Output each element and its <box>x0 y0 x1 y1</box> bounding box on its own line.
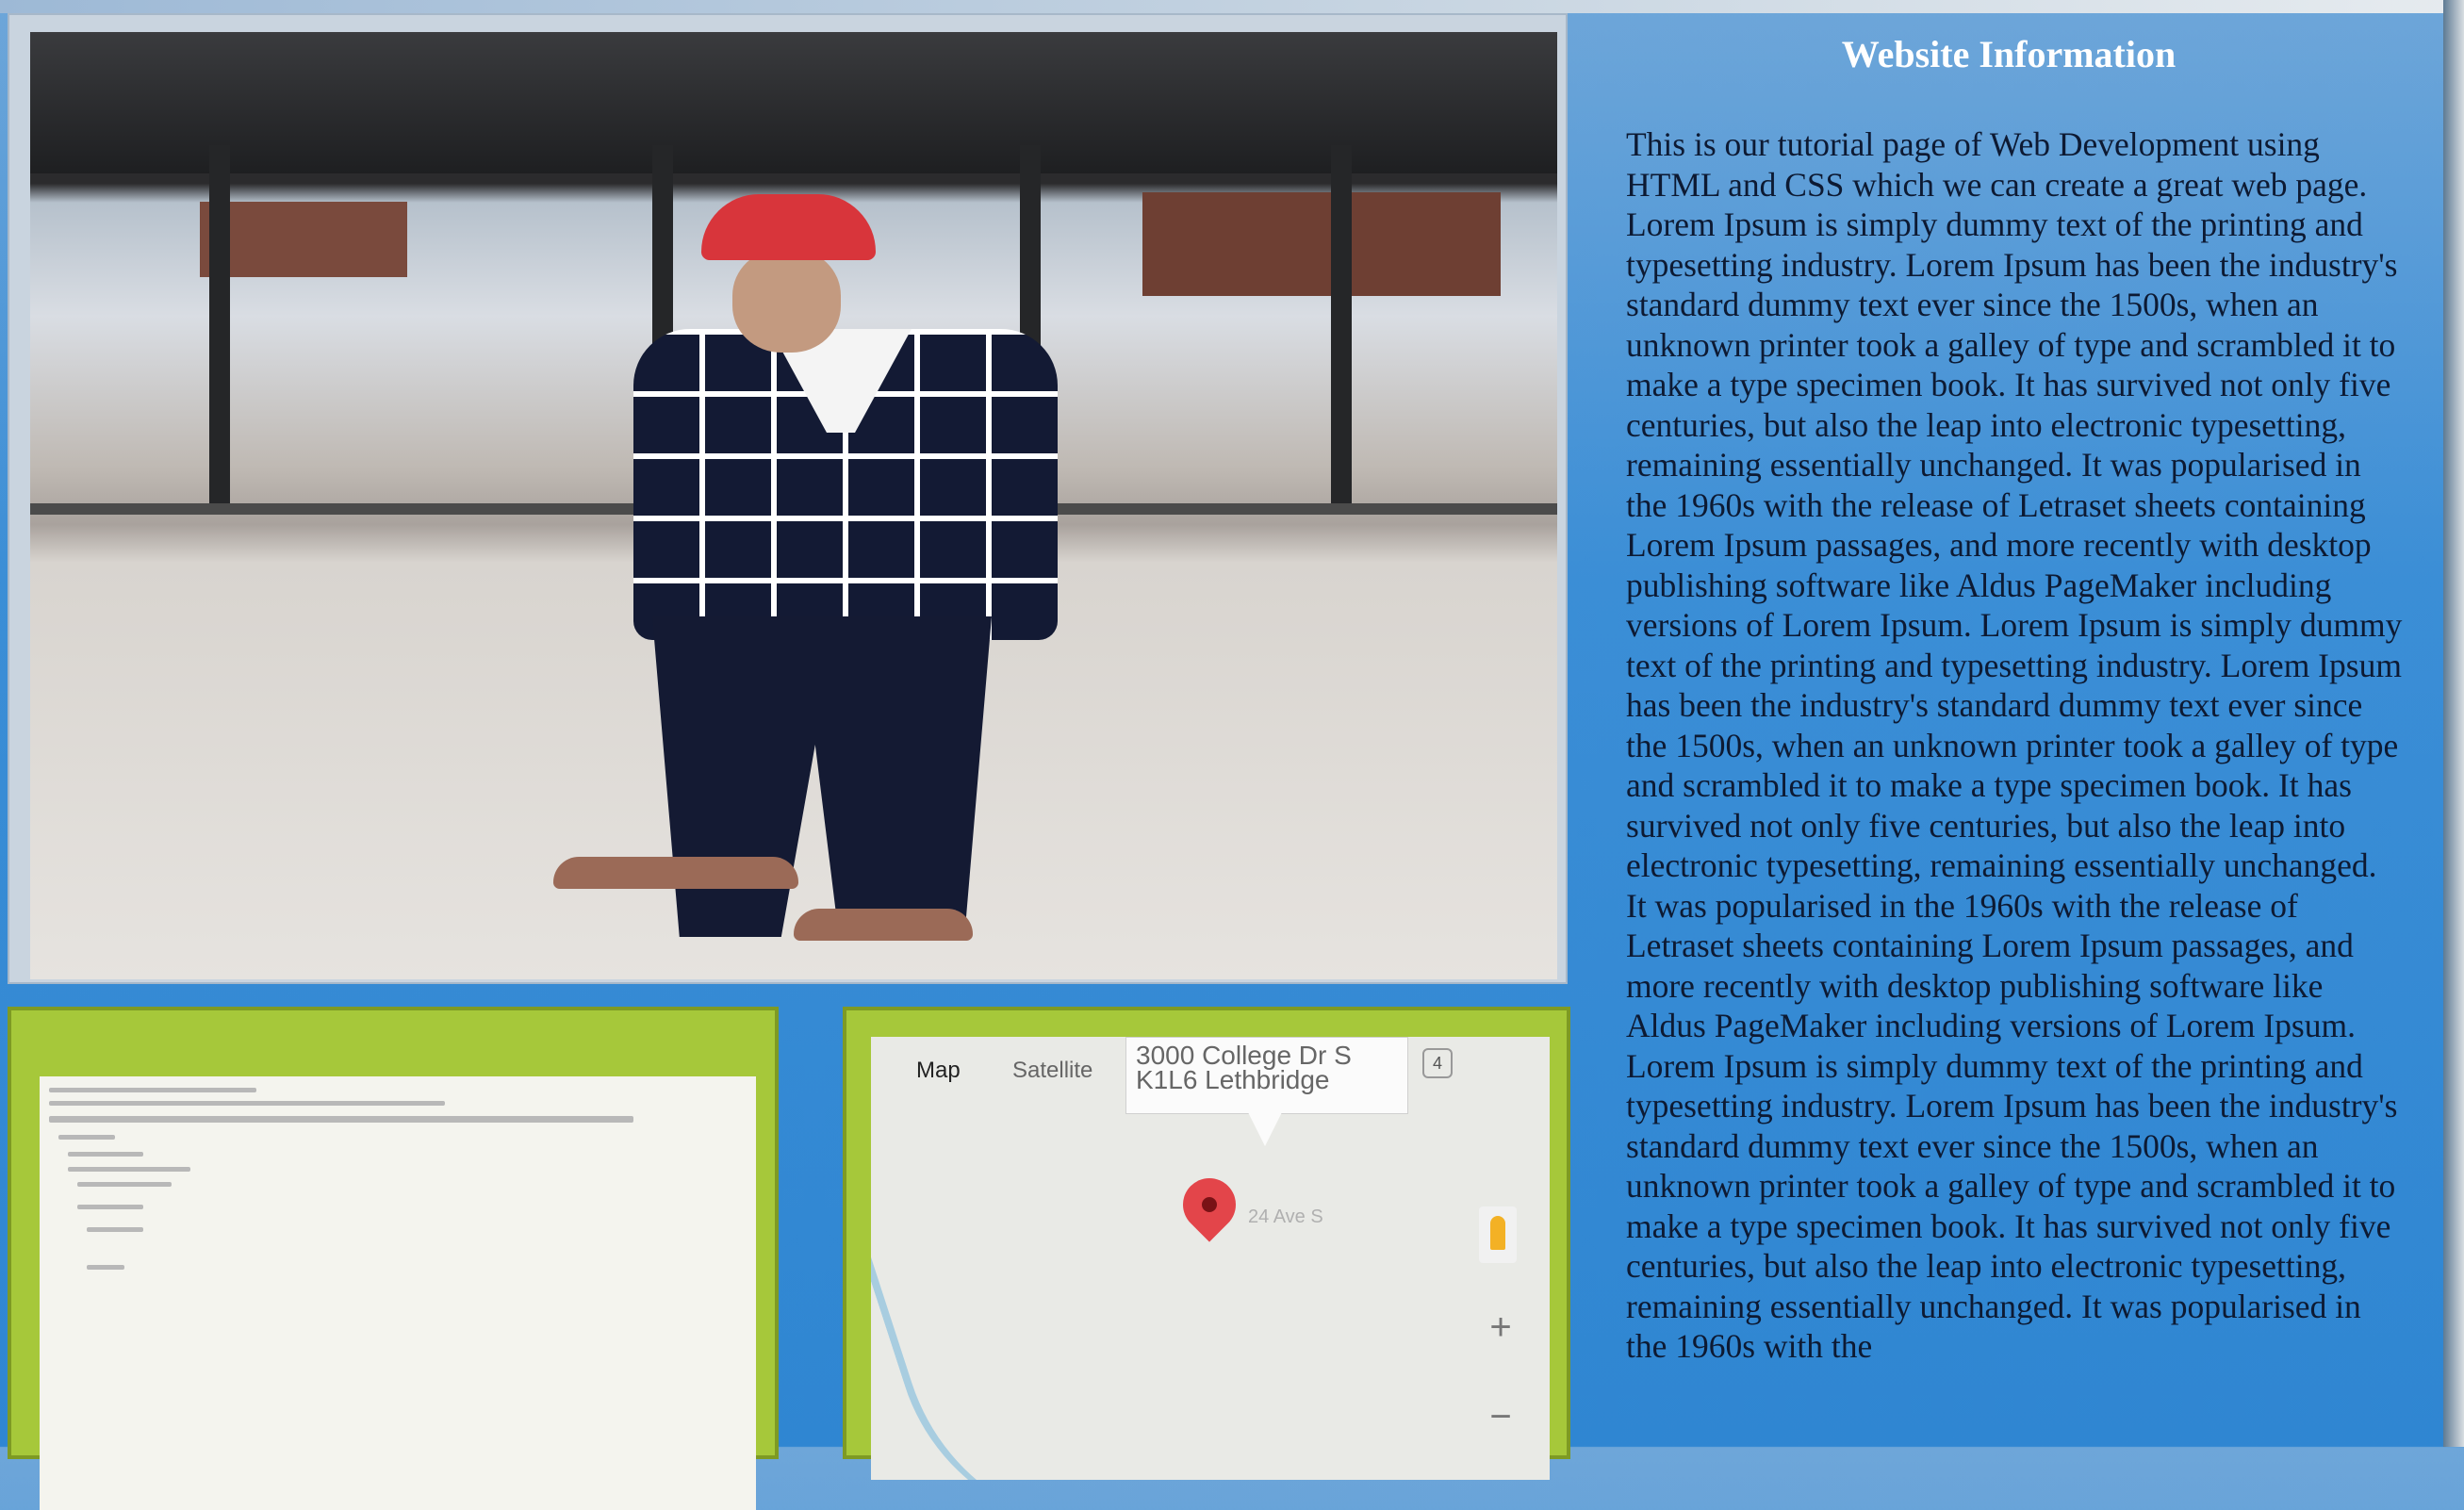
map-river <box>871 1056 1209 1480</box>
doc-line <box>49 1101 445 1106</box>
zoom-in-button[interactable]: + <box>1484 1308 1518 1346</box>
pegman-icon[interactable] <box>1479 1206 1517 1263</box>
map-info-bubble-tail <box>1248 1112 1282 1146</box>
doc-line <box>77 1205 143 1209</box>
map-info-bubble: 3000 College Dr S K1L6 Lethbridge <box>1125 1037 1408 1114</box>
doc-line <box>68 1167 190 1172</box>
zoom-out-button[interactable]: − <box>1484 1398 1518 1436</box>
map-address-line2: K1L6 Lethbridge <box>1136 1065 1330 1094</box>
website-info-section: Website Information This is our tutorial… <box>1574 13 2443 1447</box>
photo-building <box>200 202 407 277</box>
map-pin-dot <box>1202 1197 1217 1212</box>
hero-photo-frame <box>8 13 1568 984</box>
website-info-title: Website Information <box>1841 33 2177 75</box>
doc-line <box>68 1152 143 1157</box>
doc-line <box>77 1182 172 1187</box>
embedded-map[interactable]: Map Satellite 3000 College Dr S K1L6 Let… <box>871 1037 1550 1480</box>
photo-pillar <box>1331 145 1352 513</box>
person-shoe <box>794 909 973 941</box>
doc-line <box>58 1135 115 1140</box>
map-type-map-button[interactable]: Map <box>916 1058 961 1084</box>
doc-line <box>49 1116 633 1123</box>
photo-building <box>1142 192 1501 296</box>
person-cap <box>701 194 876 260</box>
screen-bezel-top <box>0 0 2464 13</box>
doc-line <box>49 1088 256 1092</box>
map-panel: Map Satellite 3000 College Dr S K1L6 Let… <box>843 1007 1570 1480</box>
photo-overhang <box>30 32 1557 173</box>
website-info-body: This is our tutorial page of Web Develop… <box>1626 125 2403 1365</box>
document-preview <box>40 1076 756 1510</box>
person-shoe <box>553 857 798 889</box>
hero-photo <box>30 32 1557 979</box>
screen-bezel-right <box>2443 0 2464 1447</box>
doc-line <box>87 1265 124 1270</box>
doc-line <box>87 1227 143 1232</box>
photo-pillar <box>209 145 230 513</box>
map-road-label: 24 Ave S <box>1248 1206 1323 1227</box>
close-icon[interactable]: 4 <box>1422 1048 1453 1078</box>
person-face <box>732 249 841 353</box>
person-legs <box>652 616 992 937</box>
map-type-satellite-button[interactable]: Satellite <box>1012 1058 1092 1084</box>
document-preview-panel <box>8 1007 779 1510</box>
